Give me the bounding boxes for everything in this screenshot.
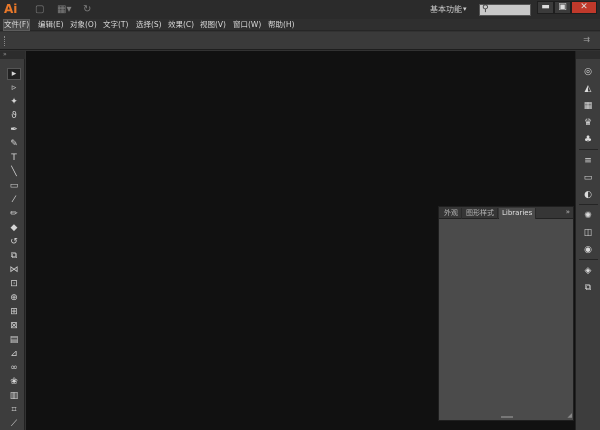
app-logo: Ai: [4, 2, 18, 16]
close-button[interactable]: ✕: [571, 1, 597, 14]
width-icon[interactable]: ⋈: [7, 264, 21, 276]
gradient-icon[interactable]: ▤: [7, 334, 21, 346]
rectangle-icon[interactable]: ▭: [7, 180, 21, 192]
control-bar: ⇉: [0, 32, 600, 50]
libraries-icon[interactable]: ◉: [581, 244, 595, 257]
panel-drag-handle[interactable]: [501, 416, 513, 418]
blend-icon[interactable]: ∞: [7, 362, 21, 374]
color-guide-icon[interactable]: ◭: [581, 83, 595, 96]
tab-appearance[interactable]: 外观: [441, 208, 462, 219]
tab-libraries[interactable]: Libraries: [499, 208, 537, 219]
rotate-icon[interactable]: ↺: [7, 236, 21, 248]
search-input[interactable]: ⚲: [479, 4, 531, 16]
artboards-icon[interactable]: ⧉: [581, 282, 595, 295]
dock-divider: [579, 204, 598, 205]
free-transform-icon[interactable]: ⊡: [7, 278, 21, 290]
perspective-grid-icon[interactable]: ⊞: [7, 306, 21, 318]
pencil-icon[interactable]: ✏: [7, 208, 21, 220]
symbols-icon[interactable]: ♣: [581, 134, 595, 147]
panel-collapse-icon[interactable]: »: [566, 208, 570, 216]
menu-effect[interactable]: 效果(C): [168, 19, 194, 31]
eyedropper-icon[interactable]: ⊿: [7, 348, 21, 360]
workspace-switcher[interactable]: 基本功能: [430, 4, 474, 16]
direct-selection-icon[interactable]: ▹: [7, 82, 21, 94]
panel-tab-bar: 外观 图形样式 Libraries »: [439, 207, 573, 219]
shape-builder-icon[interactable]: ⊕: [7, 292, 21, 304]
color-icon[interactable]: ◎: [581, 66, 595, 79]
sync-icon[interactable]: ↻: [83, 3, 91, 16]
tools-panel-header[interactable]: »: [0, 51, 25, 59]
type-icon[interactable]: T: [7, 152, 21, 164]
appearance-panel-group: 外观 图形样式 Libraries » ◢: [438, 206, 574, 421]
slice-icon[interactable]: ⟋: [7, 418, 21, 430]
menu-help[interactable]: 帮助(H): [268, 19, 295, 31]
menu-window[interactable]: 窗口(W): [233, 19, 261, 31]
line-icon[interactable]: ╲: [7, 166, 21, 178]
dock-divider: [579, 149, 598, 150]
pen-icon[interactable]: ✒: [7, 124, 21, 136]
menu-view[interactable]: 视图(V): [200, 19, 226, 31]
title-bar: Ai ▢ ▦▾ ↻ 基本功能 ▾ ⚲ ▬ ▣ ✕: [0, 0, 600, 19]
magic-wand-icon[interactable]: ✦: [7, 96, 21, 108]
document-icon[interactable]: ▢: [35, 3, 44, 16]
column-graph-icon[interactable]: ▥: [7, 390, 21, 402]
gradient-panel-icon[interactable]: ▭: [581, 172, 595, 185]
panel-resize-grip-icon[interactable]: ◢: [567, 412, 572, 419]
stroke-icon[interactable]: ≡: [581, 155, 595, 168]
panel-dock: ◎ ◭ ▦ ♛ ♣ ≡ ▭ ◐ ✺ ◫ ◉ ◈ ⧉: [575, 51, 600, 430]
transparency-icon[interactable]: ◐: [581, 189, 595, 202]
scale-icon[interactable]: ⧉: [7, 250, 21, 262]
dock-divider: [579, 259, 598, 260]
artboard-icon[interactable]: ⌗: [7, 404, 21, 416]
eraser-icon[interactable]: ◆: [7, 222, 21, 234]
menu-edit[interactable]: 编辑(E): [38, 19, 64, 31]
selection-icon[interactable]: ▸: [7, 68, 21, 80]
brushes-icon[interactable]: ♛: [581, 117, 595, 130]
paintbrush-icon[interactable]: ⁄: [7, 194, 21, 206]
maximize-button[interactable]: ▣: [554, 1, 571, 14]
curvature-icon[interactable]: ✎: [7, 138, 21, 150]
search-icon: ⚲: [482, 4, 489, 14]
chevron-down-icon[interactable]: ▾: [463, 5, 467, 13]
menu-select[interactable]: 选择(S): [136, 19, 162, 31]
control-panel-menu-icon[interactable]: ⇉: [583, 35, 590, 44]
menu-file[interactable]: 文件(F): [3, 19, 31, 31]
swatches-icon[interactable]: ▦: [581, 100, 595, 113]
lasso-icon[interactable]: ϑ: [7, 110, 21, 122]
minimize-button[interactable]: ▬: [537, 1, 554, 14]
appearance-icon[interactable]: ✺: [581, 210, 595, 223]
dock-header[interactable]: [576, 51, 600, 59]
tools-panel: » ▸ ▹ ✦ ϑ ✒ ✎ T ╲ ▭ ⁄ ✏ ◆ ↺ ⧉ ⋈ ⊡ ⊕ ⊞ ⊠ ▤ ⊿ ∞ ❀ ▥ ⌗ ⟋: [0, 51, 25, 430]
menu-object[interactable]: 对象(O): [70, 19, 97, 31]
graphic-styles-icon[interactable]: ◫: [581, 227, 595, 240]
control-bar-grip[interactable]: [4, 36, 6, 46]
mesh-icon[interactable]: ⊠: [7, 320, 21, 332]
arrange-documents-icon[interactable]: ▦▾: [57, 3, 71, 16]
layers-icon[interactable]: ◈: [581, 265, 595, 278]
menu-bar: 文件(F) 编辑(E) 对象(O) 文字(T) 选择(S) 效果(C) 视图(V…: [0, 19, 600, 31]
menu-type[interactable]: 文字(T): [103, 19, 128, 31]
tab-graphic-styles[interactable]: 图形样式: [463, 208, 498, 219]
symbol-sprayer-icon[interactable]: ❀: [7, 376, 21, 388]
